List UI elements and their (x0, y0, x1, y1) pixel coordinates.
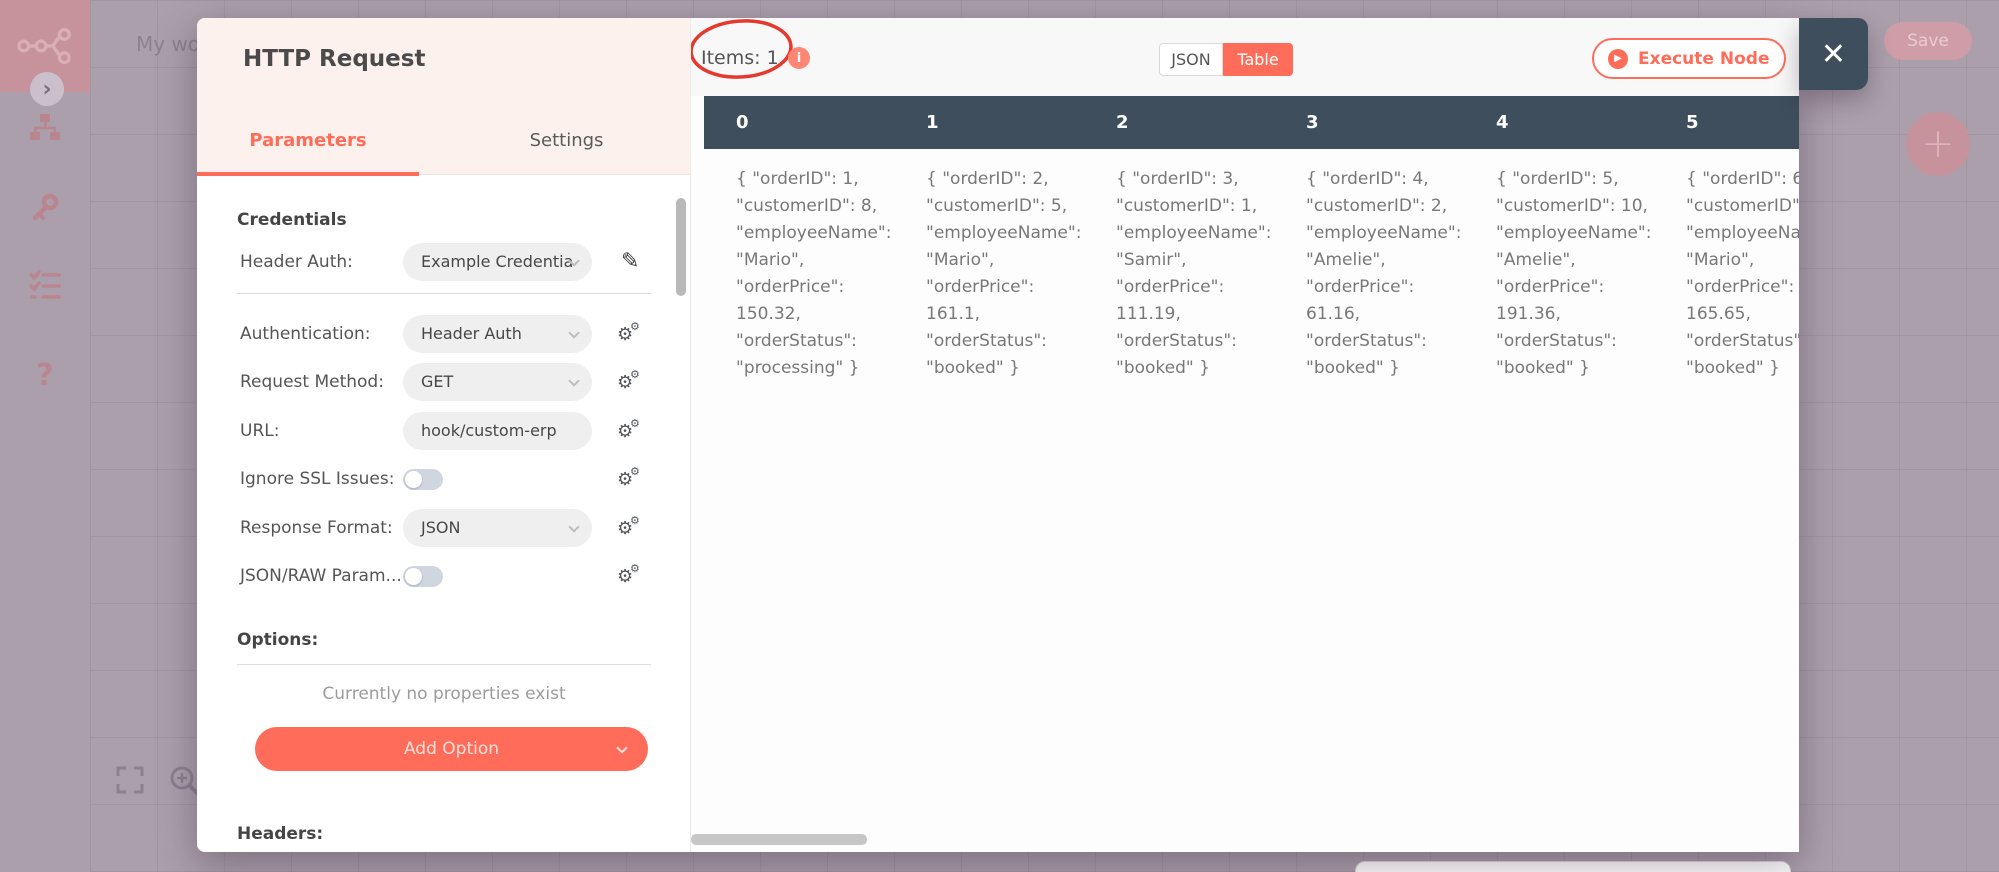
chevron-down-icon (568, 521, 580, 533)
field-url: URL: hook/custom-erp ⚙ ⚙ (197, 412, 690, 450)
question-mark-icon: ? (36, 358, 54, 393)
key-icon (32, 193, 59, 221)
table-cell: { "orderID": 1, "customerID": 8, "employee… (736, 169, 892, 378)
play-icon: ▶ (1608, 48, 1628, 69)
authentication-select[interactable]: Header Auth (403, 315, 592, 353)
column-header: 3 (1306, 112, 1319, 133)
table-cell: { "orderID": 5, "customerID": 10, "employe… (1496, 169, 1652, 378)
field-request-method: Request Method: GET ⚙ ⚙ (197, 363, 690, 401)
options-empty-text: Currently no properties exist (322, 684, 566, 704)
chevron-down-icon (568, 375, 580, 387)
settings-cogs-icon[interactable]: ⚙ ⚙ (617, 562, 643, 590)
column-header: 2 (1116, 112, 1129, 133)
sidebar: › ? (0, 0, 90, 872)
save-button[interactable]: Save (1884, 22, 1972, 60)
table-cell: { "orderID": 3, "customerID": 1, "employee… (1116, 169, 1272, 378)
close-modal-button[interactable]: ✕ (1799, 18, 1868, 90)
settings-cogs-icon[interactable]: ⚙ ⚙ (617, 465, 643, 493)
response-format-select[interactable]: JSON (403, 509, 592, 547)
view-table-button[interactable]: Table (1223, 43, 1293, 76)
credential-select[interactable]: Example Credentia (403, 243, 592, 281)
settings-cogs-icon[interactable]: ⚙ ⚙ (617, 417, 643, 445)
settings-cogs-icon[interactable]: ⚙ ⚙ (617, 514, 643, 542)
add-option-button[interactable]: Add Option (255, 727, 648, 771)
settings-cogs-icon[interactable]: ⚙ ⚙ (617, 368, 643, 396)
sidebar-expand-button[interactable]: › (30, 72, 64, 106)
results-panel: Items: 1 i JSON Table ▶ Execute Node 0 1… (690, 18, 1799, 852)
active-tab-underline (197, 172, 419, 176)
divider (237, 664, 651, 665)
credential-label: Header Auth: (240, 252, 353, 272)
divider (237, 293, 651, 294)
options-heading: Options: (237, 630, 319, 650)
view-toggle: JSON Table (1159, 43, 1293, 76)
column-header: 0 (736, 112, 749, 133)
checklist-icon (29, 270, 61, 299)
table-cell: { "orderID": 2, "customerID": 5, "employee… (926, 169, 1082, 378)
edit-credential-icon[interactable]: ✎ (621, 249, 639, 274)
request-method-select[interactable]: GET (403, 363, 592, 401)
items-count: Items: 1 (701, 47, 779, 69)
parameters-panel: HTTP Request Parameters Settings Credent… (197, 18, 690, 852)
node-detail-modal: HTTP Request Parameters Settings Credent… (197, 18, 1799, 852)
info-icon[interactable]: i (788, 47, 810, 69)
sidebar-item-credentials[interactable] (0, 192, 90, 222)
n8n-logo-icon (17, 27, 71, 65)
app-screen: My wo Save + › ? HTTP Request Parameters… (0, 0, 1999, 872)
credentials-heading: Credentials (237, 210, 347, 230)
field-ignore-ssl: Ignore SSL Issues: ⚙ ⚙ (197, 460, 690, 498)
workflow-title: My wo (136, 32, 201, 56)
execute-node-button[interactable]: ▶ Execute Node (1592, 38, 1786, 79)
view-json-button[interactable]: JSON (1159, 43, 1223, 76)
add-node-button[interactable]: + (1906, 112, 1970, 176)
tab-settings[interactable]: Settings (443, 130, 690, 151)
results-header: Items: 1 i JSON Table ▶ Execute Node (691, 18, 1799, 96)
credential-row: Header Auth: Example Credentia ✎ (197, 243, 690, 281)
column-header: 4 (1496, 112, 1509, 133)
field-json-raw-parameters: JSON/RAW Param... ⚙ ⚙ (197, 557, 690, 595)
sitemap-icon (30, 114, 60, 140)
close-icon: ✕ (1820, 36, 1847, 72)
modal-header: HTTP Request Parameters Settings (197, 18, 690, 176)
ignore-ssl-toggle[interactable] (403, 469, 443, 490)
sidebar-item-workflows[interactable] (0, 114, 90, 142)
table-cell: { "orderID": 6, "customerID" "employeeNa "M… (1686, 169, 1799, 378)
results-table-header: 0 1 2 3 4 5 (704, 96, 1799, 149)
bottom-popup (1355, 861, 1791, 872)
horizontal-scrollbar[interactable] (691, 834, 867, 845)
json-raw-toggle[interactable] (403, 566, 443, 587)
table-row: { "orderID": 1, "customerID": 8, "employee… (704, 149, 1799, 409)
table-cell: { "orderID": 4, "customerID": 2, "employee… (1306, 169, 1462, 378)
tab-parameters[interactable]: Parameters (197, 130, 419, 151)
vertical-scrollbar[interactable] (676, 198, 686, 296)
chevron-down-icon (616, 742, 628, 754)
field-response-format: Response Format: JSON ⚙ ⚙ (197, 509, 690, 547)
column-header: 5 (1686, 112, 1699, 133)
headers-heading: Headers: (237, 824, 324, 844)
url-input[interactable]: hook/custom-erp (403, 412, 592, 450)
fullscreen-icon[interactable] (116, 766, 144, 794)
chevron-right-icon: › (42, 76, 52, 102)
field-authentication: Authentication: Header Auth ⚙ ⚙ (197, 315, 690, 353)
node-title: HTTP Request (243, 46, 426, 72)
settings-cogs-icon[interactable]: ⚙ ⚙ (617, 320, 643, 348)
sidebar-item-help[interactable]: ? (0, 358, 90, 393)
chevron-down-icon (568, 327, 580, 339)
sidebar-item-executions[interactable] (0, 270, 90, 302)
column-header: 1 (926, 112, 939, 133)
